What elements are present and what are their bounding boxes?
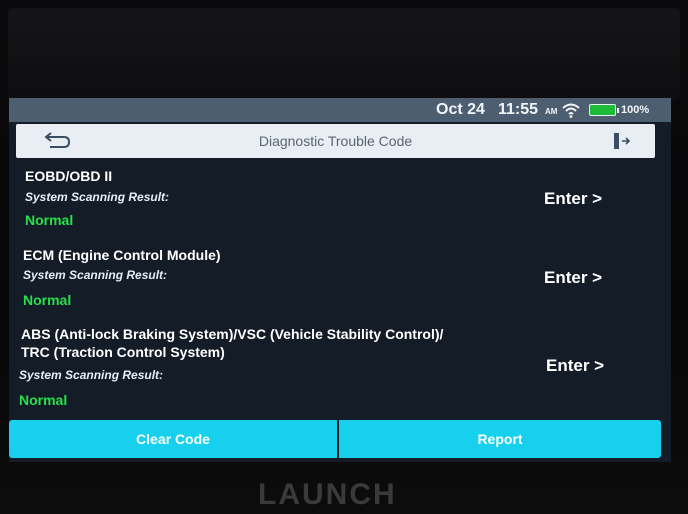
status-badge: Normal xyxy=(25,212,74,228)
system-name: ECM (Engine Control Module) xyxy=(23,247,221,263)
status-badge: Normal xyxy=(19,392,68,408)
page-title: Diagnostic Trouble Code xyxy=(258,133,413,149)
battery-percent: 100% xyxy=(621,104,650,116)
status-date: Oct 24 xyxy=(436,101,485,118)
list-item[interactable]: ECM (Engine Control Module) System Scann… xyxy=(9,240,671,320)
status-bar: Oct 24 11:55 AM 100% xyxy=(9,98,671,122)
system-list: EOBD/OBD II System Scanning Result: Norm… xyxy=(9,158,671,420)
system-name: ABS (Anti-lock Braking System)/VSC (Vehi… xyxy=(21,326,444,342)
enter-button[interactable]: Enter > xyxy=(546,356,604,376)
enter-button[interactable]: Enter > xyxy=(544,268,602,288)
status-time: 11:55 xyxy=(498,101,539,118)
exit-icon[interactable] xyxy=(612,132,632,150)
wifi-icon xyxy=(561,102,581,123)
system-scan-label: System Scanning Result: xyxy=(23,268,168,282)
battery-icon xyxy=(589,104,619,116)
brand-logo: LAUNCH xyxy=(258,478,397,511)
report-button[interactable]: Report xyxy=(339,420,661,458)
status-badge: Normal xyxy=(23,292,72,308)
title-bar: Diagnostic Trouble Code xyxy=(16,124,655,158)
system-scan-label: System Scanning Result: xyxy=(19,368,164,382)
system-name-line2: TRC (Traction Control System) xyxy=(21,344,225,360)
clear-code-button[interactable]: Clear Code xyxy=(9,420,337,458)
screen-glare xyxy=(8,8,680,100)
system-name: EOBD/OBD II xyxy=(25,168,113,184)
status-ampm: AM xyxy=(545,107,558,116)
list-item[interactable]: ABS (Anti-lock Braking System)/VSC (Vehi… xyxy=(9,322,671,420)
system-scan-label: System Scanning Result: xyxy=(25,190,170,204)
device-screen: Oct 24 11:55 AM 100% Diagnostic Trouble … xyxy=(9,98,671,462)
list-item[interactable]: EOBD/OBD II System Scanning Result: Norm… xyxy=(9,158,671,238)
action-bar: Clear Code Report xyxy=(9,420,671,458)
enter-button[interactable]: Enter > xyxy=(544,189,602,209)
